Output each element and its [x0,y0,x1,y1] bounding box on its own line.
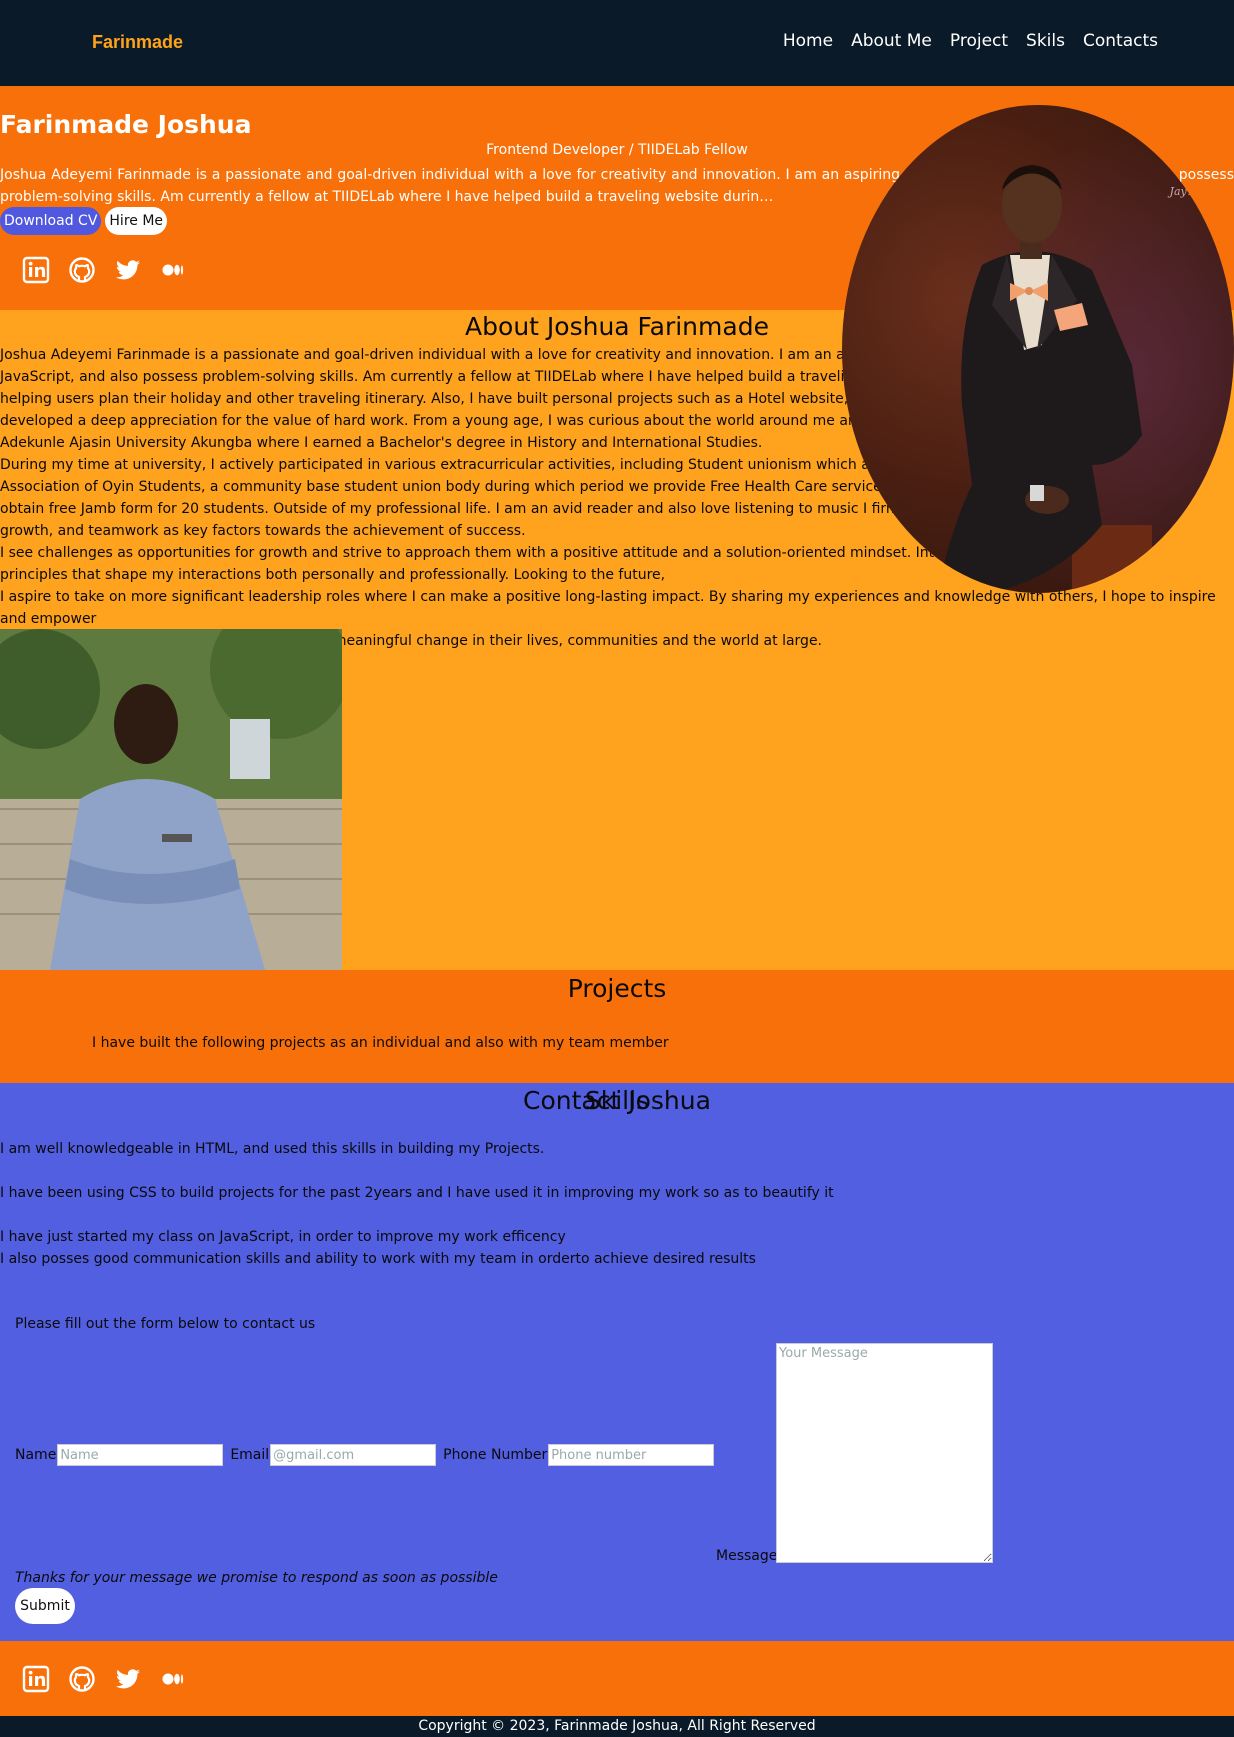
contact-title: Contact Joshua [523,1086,711,1115]
message-textarea[interactable] [776,1343,993,1563]
projects-title: Projects [567,974,667,1003]
nav-link-home[interactable]: Home [783,31,833,51]
twitter-icon[interactable] [114,256,142,284]
medium-icon[interactable] [160,256,188,284]
hero-social-links [22,256,188,284]
name-input[interactable] [57,1444,224,1466]
contact-fields-row: Name Email Phone Number [15,1444,721,1466]
footer-social-links [22,1665,188,1693]
linkedin-icon[interactable] [22,1665,50,1693]
download-cv-button[interactable]: Download CV [0,207,102,235]
skills-section: Skills I am well knowledgeable in HTML, … [0,1083,1234,1641]
photographer-signature: JayTech S [1169,185,1224,198]
name-label: Name [15,1447,57,1463]
footer-social-bar [0,1641,1234,1716]
github-icon[interactable] [68,1665,96,1693]
skill-item: I am well knowledgeable in HTML, and use… [0,1141,545,1157]
brand-logo[interactable]: Farinmade [92,32,183,53]
twitter-icon[interactable] [114,1665,142,1693]
thanks-note: Thanks for your message we promise to re… [15,1570,498,1586]
skill-item: I have been using CSS to build projects … [0,1185,834,1201]
profile-portrait-image: JayTech S [842,105,1234,593]
linkedin-icon[interactable] [22,256,50,284]
message-label: Message [716,1548,778,1564]
medium-icon[interactable] [160,1665,188,1693]
top-navbar: Farinmade Home About Me Project Skils Co… [0,0,1234,86]
submit-button[interactable]: Submit [15,1588,75,1624]
projects-text: I have built the following projects as a… [92,1035,669,1051]
skill-item: I have just started my class on JavaScri… [0,1229,566,1245]
github-icon[interactable] [68,256,96,284]
copyright-bar: Copyright © 2023, Farinmade Joshua, All … [0,1716,1234,1737]
hero-buttons: Download CV Hire Me [0,207,168,235]
nav-link-about[interactable]: About Me [851,31,932,51]
phone-label: Phone Number [443,1447,548,1463]
hero-name: Farinmade Joshua [0,110,252,139]
nav-link-skills[interactable]: Skils [1026,31,1065,51]
skill-item: I also posses good communication skills … [0,1251,756,1267]
email-label: Email [230,1447,270,1463]
contact-intro: Please fill out the form below to contac… [15,1316,316,1332]
nav-links: Home About Me Project Skils Contacts [783,31,1158,51]
hire-me-button[interactable]: Hire Me [105,207,168,235]
email-input[interactable] [270,1444,437,1466]
nav-link-project[interactable]: Project [950,31,1008,51]
about-photo-image [0,629,342,970]
projects-section: Projects I have built the following proj… [0,970,1234,1083]
phone-input[interactable] [548,1444,715,1466]
nav-link-contacts[interactable]: Contacts [1083,31,1158,51]
